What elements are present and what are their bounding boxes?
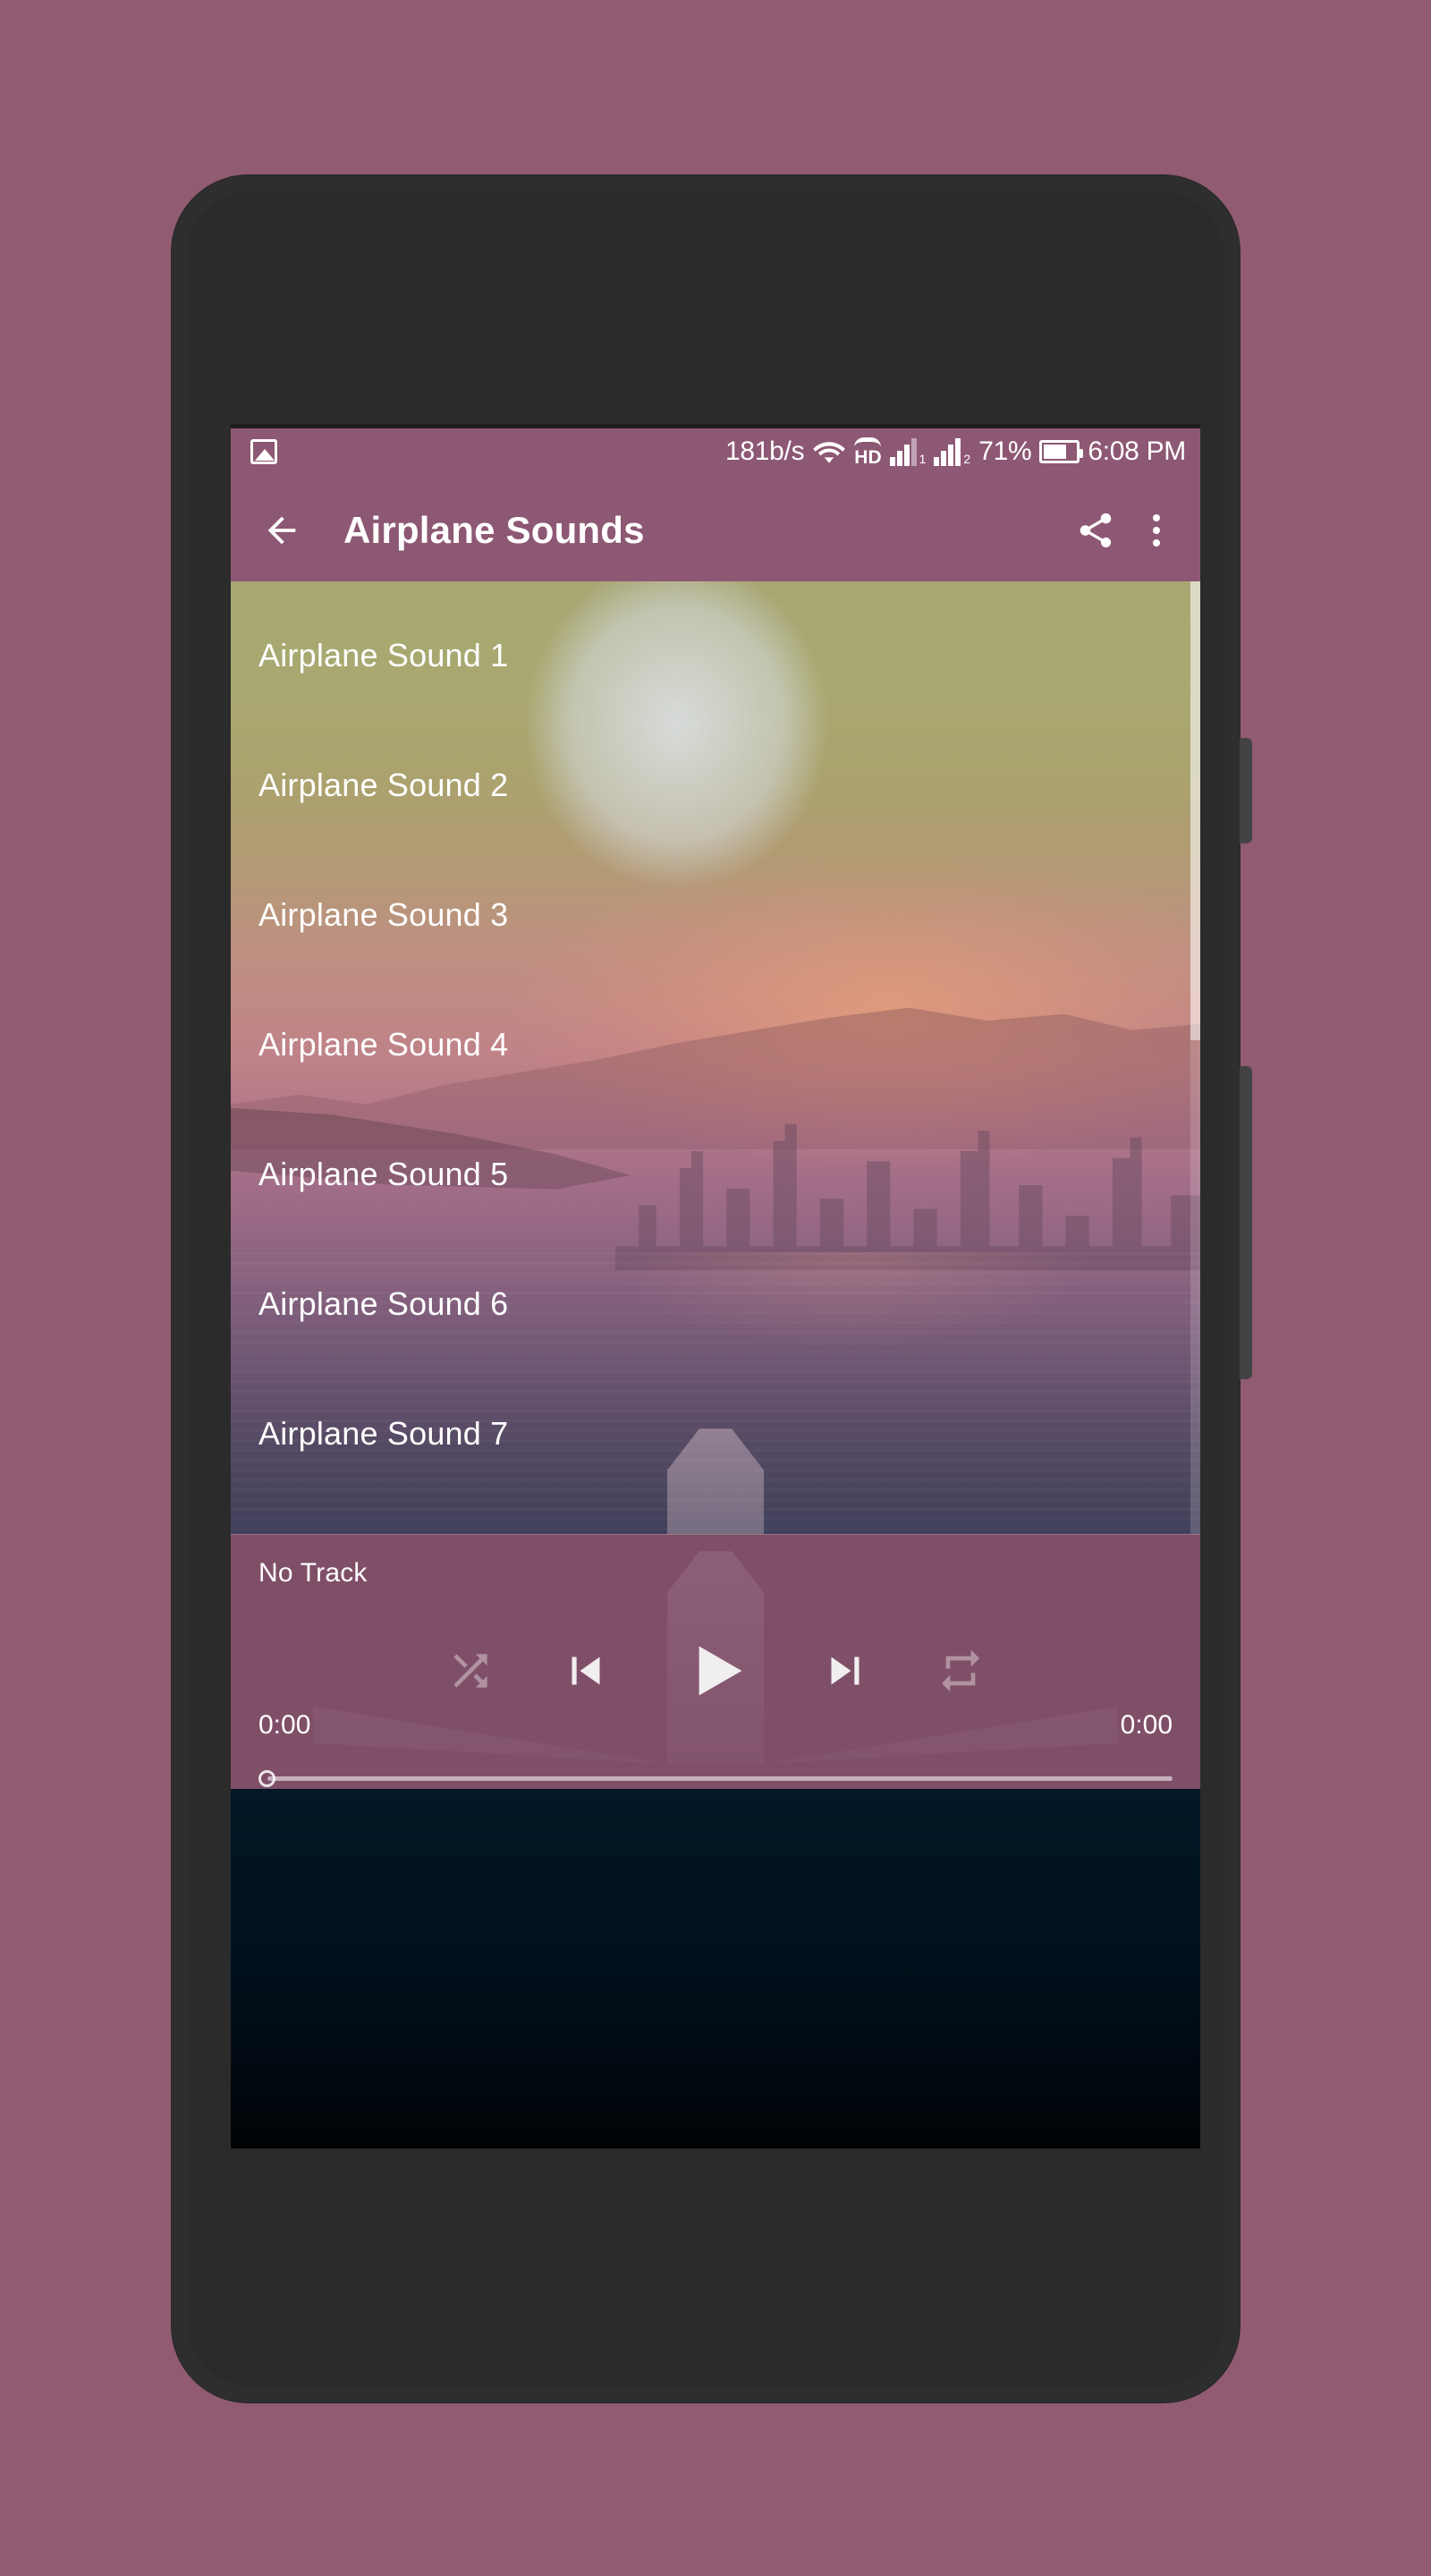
power-button[interactable] (1240, 738, 1252, 843)
sim1-label: 1 (919, 451, 927, 466)
list-item[interactable]: Airplane Sound 5 (231, 1109, 1200, 1239)
list-item-label: Airplane Sound 3 (258, 895, 509, 933)
list-item-label: Airplane Sound 4 (258, 1025, 509, 1063)
status-bar: 181b/s HD 1 2 71% 6:08 PM (231, 424, 1200, 479)
phone-screen: 181b/s HD 1 2 71% 6:08 PM Airplane Sound… (231, 424, 1200, 2148)
status-bar-right: 181b/s HD 1 2 71% 6:08 PM (725, 436, 1186, 467)
overflow-menu-icon[interactable] (1136, 510, 1177, 551)
list-item-label: Airplane Sound 7 (258, 1414, 509, 1452)
hd-volte-icon: HD (854, 436, 882, 468)
bottom-content-area (231, 1789, 1200, 2148)
sim2-label: 2 (963, 451, 971, 466)
sound-list-items: Airplane Sound 1 Airplane Sound 2 Airpla… (231, 581, 1200, 1534)
player-controls (231, 1631, 1200, 1710)
track-title-label: No Track (258, 1558, 368, 1588)
list-item[interactable]: Airplane Sound 4 (231, 979, 1200, 1109)
list-item[interactable]: Airplane Sound 7 (231, 1368, 1200, 1498)
list-item[interactable]: Airplane Sound 2 (231, 720, 1200, 850)
sound-list[interactable]: Airplane Sound 1 Airplane Sound 2 Airpla… (231, 581, 1200, 1534)
app-bar-actions (1075, 510, 1177, 551)
battery-fill (1044, 445, 1067, 459)
list-item-label: Airplane Sound 2 (258, 766, 509, 803)
wifi-icon (813, 442, 846, 463)
list-item[interactable]: Airplane Sound 6 (231, 1239, 1200, 1368)
signal-bars-sim1: 1 (889, 437, 927, 466)
list-scrollbar-thumb[interactable] (1190, 581, 1200, 1040)
battery-icon (1039, 440, 1084, 463)
seek-bar-track[interactable] (267, 1776, 1173, 1781)
hd-label: HD (854, 446, 882, 468)
seek-bar[interactable] (258, 1769, 1173, 1787)
list-item-label: Airplane Sound 5 (258, 1155, 509, 1192)
previous-track-icon[interactable] (558, 1643, 614, 1699)
picture-icon (250, 439, 277, 464)
page-title: Airplane Sounds (343, 509, 645, 551)
repeat-icon[interactable] (936, 1646, 986, 1696)
signal-bars-sim2: 2 (934, 437, 971, 466)
seek-bar-thumb[interactable] (258, 1770, 275, 1787)
play-icon[interactable] (676, 1631, 755, 1710)
total-time-label: 0:00 (1120, 1710, 1173, 1740)
shuffle-icon[interactable] (445, 1646, 495, 1696)
player-bar: No Track 0:00 0:00 (231, 1534, 1200, 1789)
battery-percent-label: 71% (978, 436, 1032, 466)
share-icon[interactable] (1075, 510, 1116, 551)
list-item-label: Airplane Sound 6 (258, 1284, 509, 1322)
app-bar: Airplane Sounds (231, 479, 1200, 581)
elapsed-time-label: 0:00 (258, 1710, 311, 1740)
volume-rocker-button[interactable] (1240, 1066, 1252, 1379)
next-track-icon[interactable] (817, 1643, 873, 1699)
list-item-label: Airplane Sound 1 (258, 636, 509, 674)
list-item[interactable]: Airplane Sound 3 (231, 850, 1200, 979)
list-scrollbar[interactable] (1190, 581, 1200, 1534)
list-item[interactable]: Airplane Sound 1 (231, 590, 1200, 720)
network-speed-label: 181b/s (725, 436, 805, 466)
clock-label: 6:08 PM (1088, 436, 1186, 466)
status-bar-left (250, 439, 277, 464)
back-arrow-icon[interactable] (261, 510, 302, 551)
